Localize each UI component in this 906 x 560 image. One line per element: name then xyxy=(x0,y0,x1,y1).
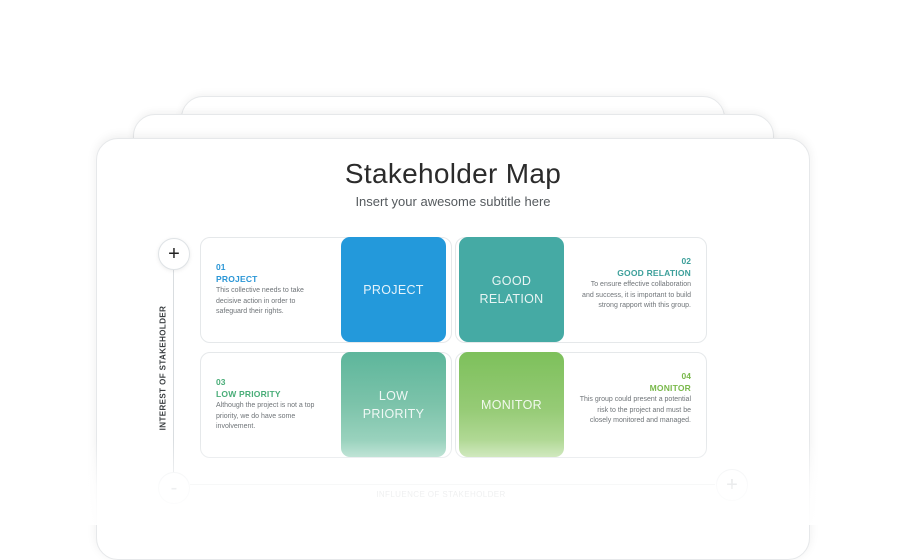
y-axis-label-text: INTEREST OF STAKEHOLDER xyxy=(158,305,168,431)
quadrant-text-low-priority: 03 LOW PRIORITY Although the project is … xyxy=(216,377,326,433)
quadrant-tile-good-relation[interactable]: GOOD RELATION xyxy=(459,237,564,342)
quadrant-heading: LOW PRIORITY xyxy=(216,388,281,399)
quadrant-number: 04 xyxy=(681,371,691,381)
quadrant-heading: MONITOR xyxy=(649,382,691,393)
quadrant-description: This collective needs to take decisive a… xyxy=(216,287,304,315)
y-axis-line xyxy=(173,270,174,480)
minus-icon: - xyxy=(158,472,190,504)
quadrant-text-monitor: 04 MONITOR This group could present a po… xyxy=(579,371,691,427)
quadrant-description: Although the project is not a top priori… xyxy=(216,402,315,430)
quadrant-number: 02 xyxy=(681,256,691,266)
x-axis-label: INFLUENCE OF STAKEHOLDER xyxy=(376,490,506,499)
quadrant-tile-low-priority[interactable]: LOW PRIORITY xyxy=(341,352,446,457)
slide-subtitle: Insert your awesome subtitle here xyxy=(355,194,551,209)
quadrant-description: To ensure effective collaboration and su… xyxy=(582,281,691,309)
plus-icon: + xyxy=(158,238,190,270)
slide-title: Stakeholder Map xyxy=(344,158,562,189)
quadrant-number: 03 xyxy=(216,377,226,387)
quadrant-tile-project[interactable]: PROJECT xyxy=(341,237,446,342)
quadrant-heading: GOOD RELATION xyxy=(617,267,691,278)
quadrant-description: This group could present a potential ris… xyxy=(579,396,691,424)
x-axis-line xyxy=(190,484,715,485)
quadrant-text-project: 01 PROJECT This collective needs to take… xyxy=(216,262,326,318)
quadrant-text-good-relation: 02 GOOD RELATION To ensure effective col… xyxy=(579,256,691,312)
quadrant-tile-monitor[interactable]: MONITOR xyxy=(459,352,564,457)
quadrant-number: 01 xyxy=(216,262,226,272)
quadrant-heading: PROJECT xyxy=(216,273,258,284)
